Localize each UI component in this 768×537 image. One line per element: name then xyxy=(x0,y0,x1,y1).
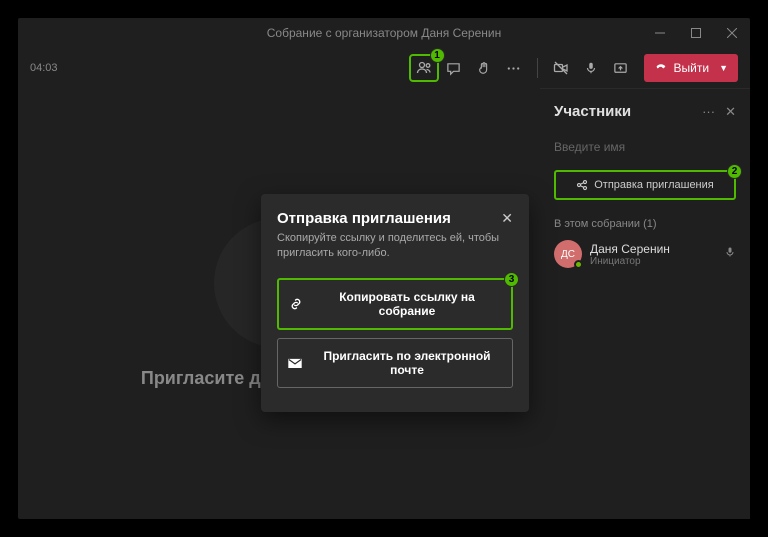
share-screen-button[interactable] xyxy=(606,54,636,82)
maximize-button[interactable] xyxy=(678,18,714,48)
name-input[interactable] xyxy=(554,134,736,160)
annotation-badge-1: 1 xyxy=(430,48,445,63)
copy-link-button[interactable]: Копировать ссылку на собрание 3 xyxy=(277,278,513,330)
meeting-timer: 04:03 xyxy=(30,62,58,74)
annotation-badge-2: 2 xyxy=(727,164,742,179)
raise-hand-button[interactable] xyxy=(469,54,499,82)
participant-role: Инициатор xyxy=(590,256,716,267)
app-window: Собрание с организатором Даня Серенин 04… xyxy=(18,18,750,519)
panel-title: Участники xyxy=(554,103,631,120)
panel-close-icon[interactable]: ✕ xyxy=(725,104,736,120)
in-meeting-label: В этом собрании (1) xyxy=(554,218,736,230)
meeting-toolbar: 04:03 1 xyxy=(18,48,750,88)
modal-description: Скопируйте ссылку и поделитесь ей, чтобы… xyxy=(277,231,513,262)
invite-email-label: Пригласить по электронной почте xyxy=(312,349,502,377)
presence-available-icon xyxy=(574,260,583,269)
share-invite-button[interactable]: Отправка приглашения 2 xyxy=(554,170,736,200)
leave-button[interactable]: Выйти ▼ xyxy=(644,54,738,82)
window-title: Собрание с организатором Даня Серенин xyxy=(267,26,501,40)
annotation-badge-3: 3 xyxy=(504,272,519,287)
titlebar: Собрание с организатором Даня Серенин xyxy=(18,18,750,48)
leave-label: Выйти xyxy=(674,61,710,75)
close-button[interactable] xyxy=(714,18,750,48)
participant-name: Даня Серенин xyxy=(590,242,716,256)
chevron-down-icon: ▼ xyxy=(719,63,728,73)
copy-link-label: Копировать ссылку на собрание xyxy=(313,290,501,318)
participants-button[interactable]: 1 xyxy=(409,54,439,82)
share-invite-modal: Отправка приглашения ✕ Скопируйте ссылку… xyxy=(261,194,529,412)
invite-email-button[interactable]: Пригласить по электронной почте xyxy=(277,338,513,388)
modal-title: Отправка приглашения xyxy=(277,210,451,227)
microphone-button[interactable] xyxy=(576,54,606,82)
camera-button[interactable] xyxy=(546,54,576,82)
share-invite-label: Отправка приглашения xyxy=(594,179,714,191)
participants-panel: Участники ··· ✕ Отправка приглашения 2 В… xyxy=(540,88,750,519)
minimize-button[interactable] xyxy=(642,18,678,48)
window-controls xyxy=(642,18,750,48)
more-actions-button[interactable] xyxy=(499,54,529,82)
mic-icon[interactable] xyxy=(724,245,736,263)
participant-row[interactable]: ДС Даня Серенин Инициатор xyxy=(554,240,736,268)
modal-close-icon[interactable]: ✕ xyxy=(501,210,513,227)
avatar: ДС xyxy=(554,240,582,268)
panel-more-icon[interactable]: ··· xyxy=(702,104,715,120)
